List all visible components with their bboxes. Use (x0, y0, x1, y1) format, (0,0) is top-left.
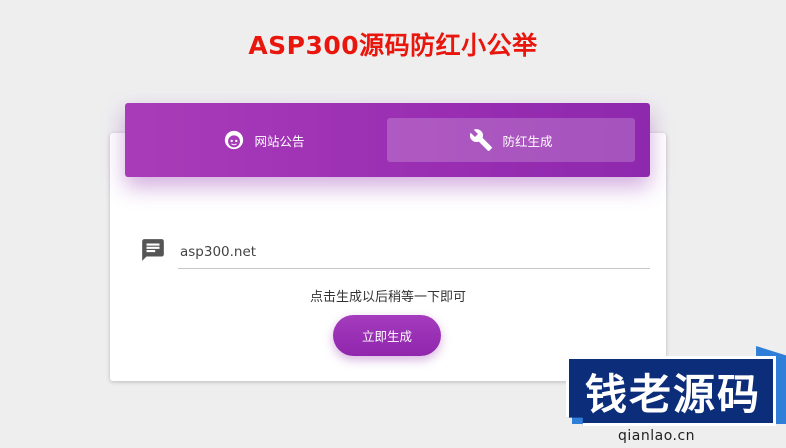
generate-button[interactable]: 立即生成 (333, 315, 441, 356)
tab-anti-red-generate-label: 防红生成 (502, 133, 553, 149)
page-title: ASP300源码防红小公举 (248, 31, 538, 60)
watermark-logo: 钱老源码 qianlao.cn (562, 342, 786, 448)
tab-site-notice-label: 网站公告 (254, 133, 305, 149)
tab-header: 网站公告 防红生成 (125, 103, 650, 177)
watermark-url: qianlao.cn (618, 428, 696, 444)
tab-site-notice[interactable]: 网站公告 (140, 118, 388, 162)
url-form-row (138, 234, 650, 269)
wrench-icon (469, 128, 493, 152)
hint-text: 点击生成以后稍等一下即可 (309, 290, 466, 305)
smiley-face-icon (223, 129, 245, 151)
watermark-brand: 钱老源码 (584, 369, 761, 419)
message-icon (140, 237, 166, 267)
url-input[interactable] (178, 234, 650, 269)
tab-anti-red-generate[interactable]: 防红生成 (387, 118, 635, 162)
